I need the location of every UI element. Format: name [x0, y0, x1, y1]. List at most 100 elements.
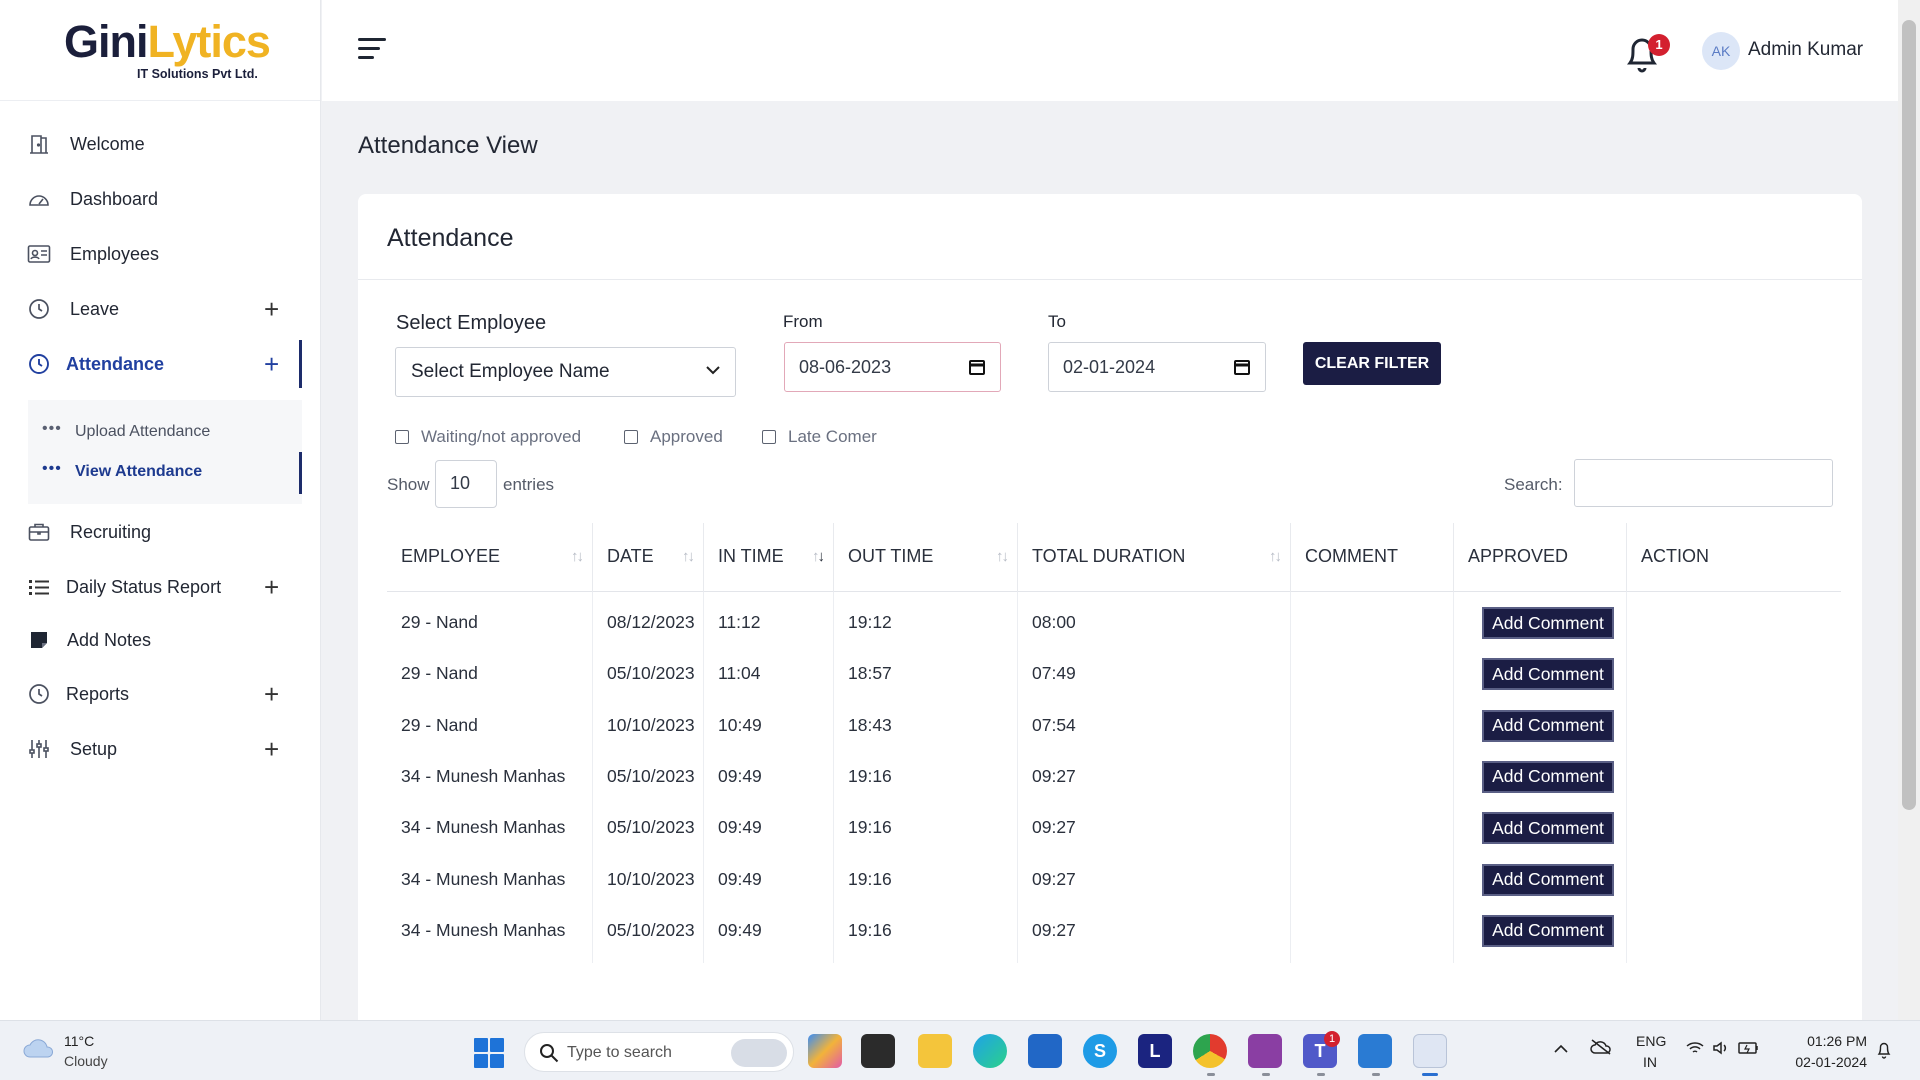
- copilot-icon[interactable]: [808, 1034, 842, 1068]
- expand-plus-icon[interactable]: +: [264, 351, 279, 377]
- edge-icon[interactable]: [973, 1034, 1007, 1068]
- waiting-checkbox[interactable]: Waiting/not approved: [395, 427, 581, 447]
- sidebar-item-daily-status-report[interactable]: Daily Status Report +: [0, 563, 302, 611]
- skype-icon[interactable]: S: [1083, 1034, 1117, 1068]
- volume-icon[interactable]: [1712, 1041, 1730, 1058]
- sidebar-subitem-upload-attendance[interactable]: ••• Upload Attendance: [28, 414, 302, 450]
- weather-condition[interactable]: Cloudy: [64, 1053, 108, 1069]
- clock-date[interactable]: 02-01-2024: [1787, 1054, 1867, 1070]
- cell-date-text: 05/10/2023: [607, 817, 695, 838]
- cloud-icon[interactable]: [22, 1037, 56, 1059]
- clear-filter-button[interactable]: CLEAR FILTER: [1303, 342, 1441, 385]
- checkbox-label: Late Comer: [788, 427, 877, 446]
- clock-time[interactable]: 01:26 PM: [1797, 1033, 1867, 1049]
- entries-label: entries: [503, 475, 555, 494]
- onedrive-offline-icon[interactable]: [1590, 1039, 1612, 1058]
- sidebar-item-welcome[interactable]: Welcome: [0, 120, 302, 168]
- sidebar-item-label: Add Notes: [67, 629, 152, 650]
- language-indicator-bottom[interactable]: IN: [1643, 1054, 1657, 1070]
- expand-plus-icon[interactable]: +: [264, 681, 279, 707]
- sidebar-item-reports[interactable]: Reports +: [0, 670, 302, 718]
- approved-checkbox[interactable]: Approved: [624, 427, 723, 447]
- add-comment-button[interactable]: Add Comment: [1482, 709, 1614, 742]
- user-name[interactable]: Admin Kumar: [1748, 39, 1863, 61]
- entries-per-page-select[interactable]: 10: [435, 460, 497, 508]
- to-date-label: To: [1048, 312, 1066, 331]
- sidebar-item-attendance[interactable]: Attendance +: [0, 340, 302, 388]
- column-header-employee[interactable]: EMPLOYEE ↑↓: [387, 523, 593, 592]
- column-header-in-time[interactable]: IN TIME ↑↓: [704, 523, 834, 592]
- to-date-input[interactable]: 02-01-2024: [1048, 342, 1266, 392]
- sidebar-item-leave[interactable]: Leave +: [0, 285, 302, 333]
- expand-plus-icon[interactable]: +: [264, 574, 279, 600]
- sidebar-item-label: Attendance: [66, 353, 165, 374]
- vscode-icon[interactable]: [1358, 1034, 1392, 1068]
- chrome-icon[interactable]: [1193, 1034, 1227, 1068]
- page-scrollbar[interactable]: [1898, 0, 1920, 1020]
- checkbox-box[interactable]: [395, 430, 409, 444]
- logo-tagline: IT Solutions Pvt Ltd.: [137, 67, 258, 81]
- l-app-icon[interactable]: L: [1138, 1034, 1172, 1068]
- checkbox-box[interactable]: [624, 430, 638, 444]
- sidebar-item-setup[interactable]: Setup +: [0, 725, 302, 773]
- attendance-submenu: ••• Upload Attendance ••• View Attendanc…: [28, 400, 302, 504]
- add-comment-button[interactable]: Add Comment: [1482, 914, 1614, 947]
- column-header-out-time[interactable]: OUT TIME ↑↓: [834, 523, 1018, 592]
- late-comer-checkbox[interactable]: Late Comer: [762, 427, 877, 447]
- expand-plus-icon[interactable]: +: [264, 736, 279, 762]
- clock-icon: [27, 297, 51, 321]
- from-date-input[interactable]: 08-06-2023: [784, 342, 1001, 392]
- cell-total-duration: 09:27: [1018, 899, 1291, 963]
- expand-plus-icon[interactable]: +: [264, 296, 279, 322]
- column-header-date[interactable]: DATE ↑↓: [593, 523, 704, 592]
- calendar-icon[interactable]: [1233, 358, 1251, 376]
- file-explorer-icon[interactable]: [918, 1034, 952, 1068]
- add-comment-button[interactable]: Add Comment: [1482, 863, 1614, 896]
- avatar[interactable]: AK: [1702, 32, 1740, 70]
- sidebar-subitem-view-attendance[interactable]: ••• View Attendance: [28, 454, 302, 490]
- cell-in-time-text: 09:49: [718, 765, 762, 786]
- paint-icon[interactable]: [1248, 1034, 1282, 1068]
- terminal-icon[interactable]: [861, 1034, 895, 1068]
- add-comment-button[interactable]: Add Comment: [1482, 607, 1614, 639]
- weather-temperature[interactable]: 11°C: [64, 1033, 94, 1049]
- store-icon[interactable]: [1028, 1034, 1062, 1068]
- sidebar-item-recruiting[interactable]: Recruiting: [0, 508, 302, 556]
- running-indicator: [1317, 1073, 1325, 1076]
- attendance-card: Attendance Select Employee Select Employ…: [358, 194, 1862, 1034]
- add-comment-button[interactable]: Add Comment: [1482, 760, 1614, 793]
- battery-icon[interactable]: [1738, 1041, 1760, 1058]
- notifications-bell-icon[interactable]: [1876, 1041, 1892, 1062]
- card-title: Attendance: [387, 224, 514, 252]
- cell-in-time: 09:49: [704, 899, 834, 963]
- running-indicator: [1207, 1073, 1215, 1076]
- sort-desc-icon: ↑↓: [812, 548, 825, 565]
- sidebar-item-add-notes[interactable]: Add Notes: [0, 616, 302, 664]
- cell-total-duration-text: 07:49: [1032, 663, 1076, 684]
- add-comment-button[interactable]: Add Comment: [1482, 812, 1614, 845]
- language-indicator-top[interactable]: ENG: [1636, 1033, 1666, 1049]
- sidebar-subitem-label: Upload Attendance: [75, 423, 211, 440]
- menu-toggle-icon[interactable]: [358, 38, 386, 62]
- checkbox-box[interactable]: [762, 430, 776, 444]
- chevron-up-icon[interactable]: [1554, 1041, 1568, 1057]
- briefcase-icon: [27, 520, 51, 544]
- search-input[interactable]: [1574, 459, 1833, 507]
- add-comment-button[interactable]: Add Comment: [1482, 658, 1614, 691]
- sidebar-item-employees[interactable]: Employees: [0, 230, 302, 278]
- wifi-icon[interactable]: [1686, 1041, 1704, 1058]
- brand-logo[interactable]: GiniLytics IT Solutions Pvt Ltd.: [0, 0, 320, 101]
- active-app-indicator: [1422, 1073, 1438, 1076]
- cell-employee-text: 34 - Munesh Manhas: [401, 919, 566, 940]
- sidebar: GiniLytics IT Solutions Pvt Ltd. Welcome…: [0, 0, 321, 1020]
- cell-total-duration-text: 08:00: [1032, 612, 1076, 632]
- taskbar-search[interactable]: Type to search: [524, 1032, 794, 1072]
- windows-start-icon[interactable]: [474, 1038, 504, 1068]
- snipping-tool-icon[interactable]: [1413, 1034, 1447, 1068]
- cell-in-time-text: 09:49: [718, 868, 762, 889]
- employee-select[interactable]: Select Employee Name: [395, 347, 736, 397]
- calendar-icon[interactable]: [968, 358, 986, 376]
- sidebar-item-dashboard[interactable]: Dashboard: [0, 175, 302, 223]
- column-header-total-duration[interactable]: TOTAL DURATION ↑↓: [1018, 523, 1291, 592]
- scrollbar-thumb[interactable]: [1902, 20, 1916, 810]
